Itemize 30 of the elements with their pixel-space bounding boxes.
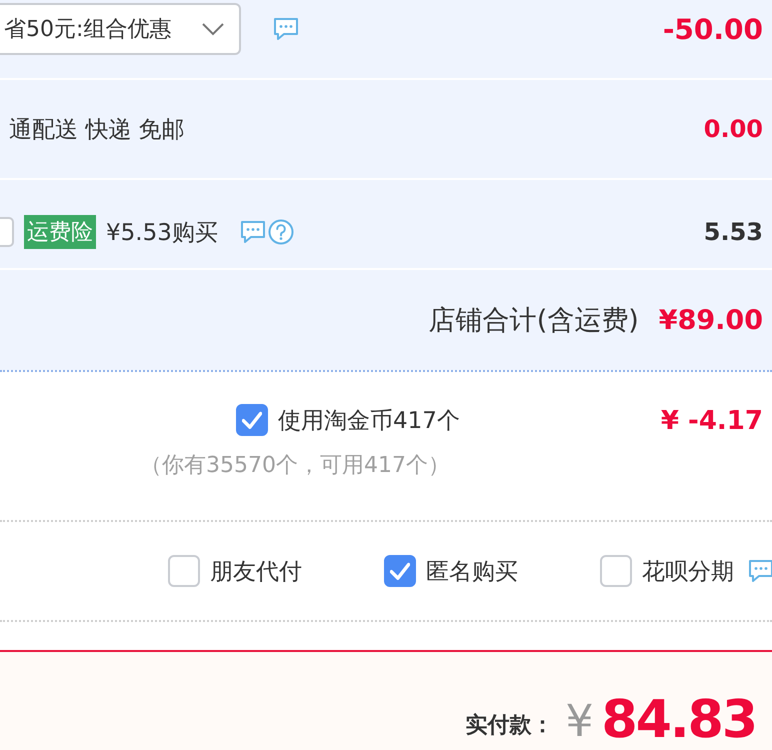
checkbox[interactable] <box>236 404 268 436</box>
checkbox[interactable] <box>384 555 416 587</box>
delivery-method: 通配送 快递 免邮 <box>9 116 185 144</box>
shipping-amount: 0.00 <box>704 115 763 143</box>
chat-icon[interactable] <box>240 220 266 244</box>
checkbox[interactable] <box>600 555 632 587</box>
checkmark-icon <box>390 561 410 581</box>
coins-label: 使用淘金币417个 <box>278 406 460 436</box>
discount-amount: -50.00 <box>662 12 763 46</box>
help-icon[interactable] <box>268 219 294 245</box>
currency-sign: ¥ <box>566 700 594 744</box>
total-amount: 84.83 <box>602 694 756 746</box>
shop-total-amount: ¥89.00 <box>658 304 763 336</box>
total-label: 实付款： <box>466 712 554 740</box>
checkmark-icon <box>242 410 262 430</box>
coins-amount: ¥ -4.17 <box>660 406 763 436</box>
insurance-amount: 5.53 <box>704 218 763 246</box>
option-label: 花呗分期 <box>642 558 734 586</box>
option-label: 朋友代付 <box>210 558 302 586</box>
chat-icon[interactable] <box>748 559 772 583</box>
offer-dropdown[interactable]: 省50元:组合优惠 <box>0 3 242 55</box>
insurance-price: ¥5.53购买 <box>106 218 218 248</box>
insurance-badge: 运费险 <box>24 215 96 249</box>
shop-total-label: 店铺合计(含运费) <box>428 304 639 338</box>
checkbox[interactable] <box>168 555 200 587</box>
chevron-down-icon <box>201 22 226 36</box>
chat-icon[interactable] <box>273 17 300 41</box>
coins-note: （你有35570个，可用417个） <box>140 452 450 480</box>
checkbox[interactable] <box>0 217 14 247</box>
option-label: 匿名购买 <box>426 558 518 586</box>
